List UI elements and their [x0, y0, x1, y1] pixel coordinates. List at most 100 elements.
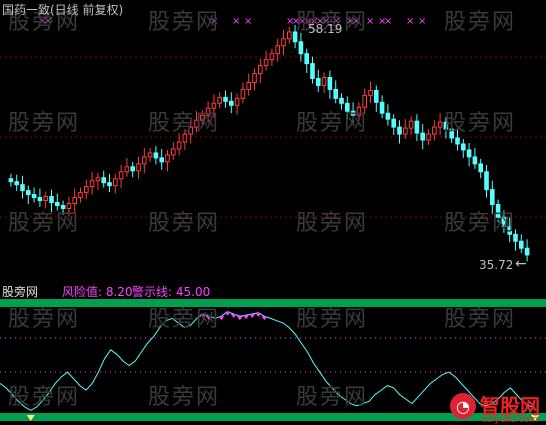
- peak-marker: [255, 312, 262, 317]
- candle-body: [432, 126, 437, 135]
- signal-marker: ×: [406, 16, 414, 27]
- signal-marker: ×: [210, 16, 218, 27]
- candle-body: [472, 156, 478, 165]
- candle-body: [147, 152, 153, 158]
- candle-body: [194, 119, 199, 128]
- signal-marker: ×: [352, 16, 360, 27]
- low-arrow-icon: ←: [515, 256, 527, 272]
- candle-body: [449, 128, 454, 139]
- candle-body: [519, 240, 524, 249]
- peak-marker: [230, 313, 237, 318]
- candle-body: [298, 41, 304, 55]
- candle-body: [55, 202, 60, 207]
- candle-body: [374, 89, 379, 103]
- peak-marker: [249, 313, 256, 318]
- candle-body: [136, 163, 141, 172]
- candle-body: [287, 31, 292, 40]
- signal-marker: ×: [232, 16, 240, 27]
- signal-marker: ×: [384, 16, 392, 27]
- candle-body: [107, 182, 112, 187]
- candle-body: [321, 77, 327, 86]
- candle-body: [246, 81, 251, 90]
- peak-marker: [218, 316, 225, 321]
- candle-body: [310, 63, 315, 79]
- candle-body: [339, 97, 344, 104]
- candle-body: [211, 102, 217, 109]
- candle-body: [118, 171, 124, 180]
- candlestick-chart[interactable]: ×× × × × ××××××× × ×× × ×× × ×: [0, 0, 546, 280]
- candle-body: [14, 181, 19, 186]
- candle-body: [171, 148, 176, 156]
- candle-body: [414, 120, 420, 134]
- candle-body: [153, 152, 159, 159]
- chart-title: 国药一致(日线 前复权): [2, 3, 124, 17]
- candle-body: [524, 247, 530, 256]
- candle-body: [101, 177, 107, 184]
- candle-body: [142, 156, 147, 165]
- risk-value-label: 风险值: 8.20: [62, 285, 133, 299]
- candle-body: [437, 121, 443, 128]
- candle-body: [461, 143, 466, 151]
- candle-body: [26, 190, 31, 196]
- high-price-label: 58.19: [308, 22, 343, 36]
- candle-body: [333, 88, 338, 99]
- candle-body: [229, 100, 234, 106]
- candle-body: [281, 38, 286, 47]
- candle-body: [426, 133, 431, 141]
- candle-body: [350, 110, 356, 116]
- candle-body: [49, 196, 54, 204]
- candle-body: [368, 89, 373, 96]
- candle-body: [124, 166, 130, 173]
- candle-body: [495, 204, 501, 218]
- candle-body: [72, 197, 78, 205]
- candle-body: [78, 192, 83, 199]
- candle-body: [513, 233, 518, 242]
- candle-body: [43, 196, 49, 202]
- candle-body: [490, 189, 495, 206]
- candle-body: [345, 102, 350, 112]
- candle-body: [397, 126, 402, 135]
- candle-body: [466, 149, 472, 158]
- indicator-name: 股旁网: [2, 285, 39, 299]
- candle-body: [113, 178, 118, 187]
- peak-marker: [261, 316, 268, 321]
- candle-body: [385, 112, 391, 120]
- candle-body: [420, 132, 425, 141]
- candle-body: [327, 77, 333, 90]
- candle-body: [403, 127, 408, 135]
- indicator-panel[interactable]: 股旁网 股旁网 股旁网 股旁网 股旁网 股旁网 股旁网 股旁网 风险值: 8.2…: [0, 281, 546, 425]
- candle-body: [501, 216, 507, 227]
- logo-icon: ◔: [450, 393, 476, 419]
- candle-body: [200, 114, 205, 121]
- candle-body: [391, 118, 396, 128]
- candle-body: [188, 126, 193, 135]
- candle-body: [443, 121, 449, 130]
- candle-body: [95, 177, 101, 182]
- candle-body: [60, 205, 66, 209]
- candle-body: [240, 88, 246, 99]
- peak-marker: [236, 316, 243, 321]
- candle-body: [31, 194, 37, 199]
- candle-body: [217, 96, 222, 104]
- stock-chart-window: × × × × × × × × × × × × × × × × × × × × 股旁网 股旁网 股旁网 股旁网 股旁网…: [0, 0, 546, 425]
- warning-line-label: 警示线: 45.00: [132, 285, 211, 299]
- candle-body: [176, 141, 182, 150]
- candle-body: [182, 133, 188, 143]
- peak-marker: [206, 316, 213, 321]
- candle-body: [455, 137, 460, 145]
- candle-body: [478, 163, 483, 173]
- candle-body: [258, 65, 263, 75]
- candle-body: [37, 197, 43, 202]
- signal-marker: ×: [244, 16, 252, 27]
- candle-body: [130, 166, 135, 172]
- candle-body: [8, 178, 14, 183]
- signal-marker: ×: [366, 16, 374, 27]
- low-price-label: 35.72: [479, 258, 514, 272]
- candle-body: [205, 107, 211, 116]
- candle-body: [269, 53, 275, 61]
- price-panel[interactable]: × × × × × × × × × × × × × × × × × × × × 股旁网 股旁网 股旁网 股旁网 股旁网…: [0, 0, 546, 280]
- candle-body: [316, 78, 321, 86]
- candle-body: [408, 120, 414, 129]
- candle-body: [84, 186, 89, 194]
- peak-marker: [242, 315, 249, 320]
